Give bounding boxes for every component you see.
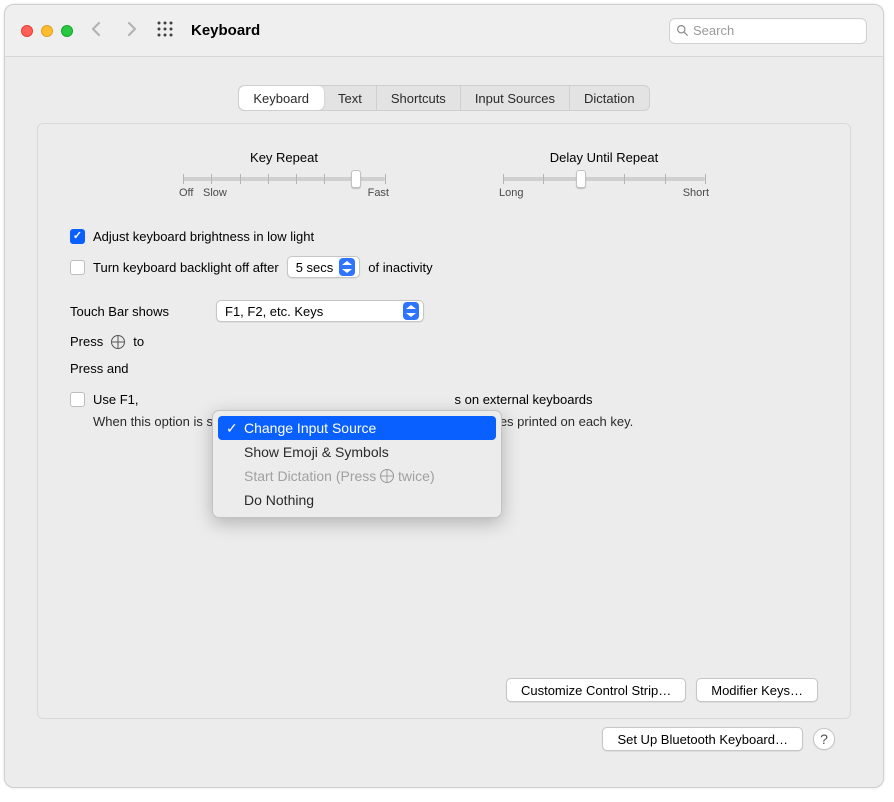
key-repeat-label: Key Repeat bbox=[179, 150, 389, 165]
tab-input-sources[interactable]: Input Sources bbox=[461, 86, 570, 110]
menu-do-nothing[interactable]: Do Nothing bbox=[218, 488, 496, 512]
titlebar: Keyboard Search bbox=[5, 5, 883, 57]
press-globe-label-post: to bbox=[133, 334, 144, 349]
minimize-button[interactable] bbox=[41, 25, 53, 37]
fkeys-label-pre: Use F1, bbox=[93, 392, 139, 407]
backlight-off-checkbox[interactable] bbox=[70, 260, 85, 275]
customize-control-strip-button[interactable]: Customize Control Strip… bbox=[506, 678, 686, 702]
window-controls bbox=[21, 25, 73, 37]
globe-icon bbox=[111, 335, 125, 349]
backlight-label-pre: Turn keyboard backlight off after bbox=[93, 260, 279, 275]
show-all-icon[interactable] bbox=[157, 21, 173, 40]
press-hold-label: Press and bbox=[70, 361, 129, 376]
search-icon bbox=[676, 24, 689, 37]
delay-repeat-slider[interactable]: Delay Until Repeat Long Short bbox=[499, 150, 709, 199]
back-button[interactable] bbox=[89, 21, 105, 40]
search-placeholder: Search bbox=[693, 23, 734, 38]
content-area: Keyboard Text Shortcuts Input Sources Di… bbox=[5, 57, 883, 787]
help-button[interactable]: ? bbox=[813, 728, 835, 750]
keyboard-prefs-window: Keyboard Search Keyboard Text Shortcuts … bbox=[4, 4, 884, 788]
brightness-label: Adjust keyboard brightness in low light bbox=[93, 229, 314, 244]
touchbar-label: Touch Bar shows bbox=[70, 304, 208, 319]
forward-button[interactable] bbox=[123, 21, 139, 40]
close-button[interactable] bbox=[21, 25, 33, 37]
press-globe-label-pre: Press bbox=[70, 334, 103, 349]
menu-show-emoji[interactable]: Show Emoji & Symbols bbox=[218, 440, 496, 464]
fkeys-checkbox[interactable] bbox=[70, 392, 85, 407]
modifier-keys-button[interactable]: Modifier Keys… bbox=[696, 678, 818, 702]
window-title: Keyboard bbox=[191, 22, 260, 39]
tab-shortcuts[interactable]: Shortcuts bbox=[377, 86, 461, 110]
tab-text[interactable]: Text bbox=[324, 86, 377, 110]
tab-keyboard[interactable]: Keyboard bbox=[239, 86, 324, 110]
tab-dictation[interactable]: Dictation bbox=[570, 86, 649, 110]
touchbar-popup[interactable]: F1, F2, etc. Keys bbox=[216, 300, 424, 322]
globe-icon bbox=[380, 469, 394, 483]
nav-buttons bbox=[89, 21, 173, 40]
bluetooth-keyboard-button[interactable]: Set Up Bluetooth Keyboard… bbox=[602, 727, 803, 751]
fkeys-label-post: s on external keyboards bbox=[455, 392, 593, 407]
delay-repeat-label: Delay Until Repeat bbox=[499, 150, 709, 165]
menu-change-input-source[interactable]: Change Input Source bbox=[218, 416, 496, 440]
backlight-timer-popup[interactable]: 5 secs bbox=[287, 256, 361, 278]
brightness-checkbox[interactable] bbox=[70, 229, 85, 244]
menu-start-dictation[interactable]: Start Dictation (Press twice) bbox=[218, 464, 496, 488]
zoom-button[interactable] bbox=[61, 25, 73, 37]
tab-bar: Keyboard Text Shortcuts Input Sources Di… bbox=[37, 85, 851, 111]
keyboard-panel: Key Repeat Off Slow Fast Delay Until Rep… bbox=[37, 123, 851, 719]
key-repeat-slider[interactable]: Key Repeat Off Slow Fast bbox=[179, 150, 389, 199]
stepper-icon bbox=[339, 258, 355, 276]
press-globe-menu: Change Input Source Show Emoji & Symbols… bbox=[212, 410, 502, 518]
backlight-label-post: of inactivity bbox=[368, 260, 432, 275]
stepper-icon bbox=[403, 302, 419, 320]
search-input[interactable]: Search bbox=[669, 18, 867, 44]
